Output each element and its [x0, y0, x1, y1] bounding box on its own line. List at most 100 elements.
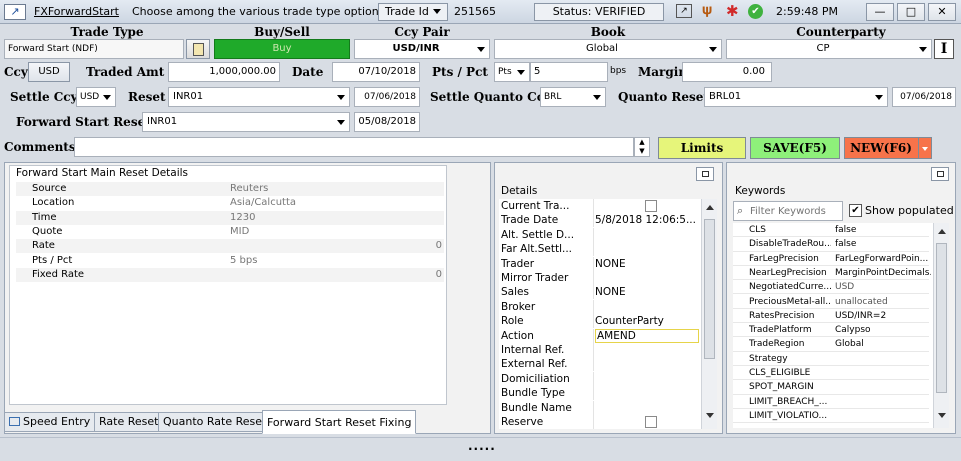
keyword-row[interactable]: TradePlatform Calypso: [733, 323, 929, 338]
app-title-link[interactable]: FXForwardStart: [34, 5, 119, 18]
scroll-thumb[interactable]: [936, 243, 947, 393]
pts-value-input[interactable]: 5: [530, 62, 608, 82]
details-row[interactable]: Action AMEND: [499, 328, 701, 343]
keywords-scrollbar[interactable]: [933, 223, 949, 428]
details-row[interactable]: Trader NONE: [499, 256, 701, 271]
details-row[interactable]: Reserve: [499, 415, 701, 429]
settle-ccy-dropdown[interactable]: USD: [76, 87, 116, 107]
margin-input[interactable]: 0.00: [682, 62, 772, 82]
details-row[interactable]: Trade Date 5/8/2018 12:06:5...: [499, 213, 701, 228]
traded-amt-input[interactable]: 1,000,000.00: [168, 62, 280, 82]
reset-details-inner: Forward Start Main Reset Details Source R…: [9, 165, 447, 405]
comments-input[interactable]: [74, 137, 634, 157]
keyword-row[interactable]: FarLegPrecision FarLegForwardPoin...: [733, 252, 929, 266]
counterparty-dropdown[interactable]: CP: [726, 39, 932, 59]
details-scrollbar[interactable]: [701, 199, 717, 429]
keyword-filter-input[interactable]: [750, 204, 840, 218]
forward-start-reset-date-input[interactable]: 05/08/2018: [354, 112, 420, 132]
action-field[interactable]: AMEND: [595, 328, 699, 343]
keyword-row[interactable]: Strategy: [733, 352, 929, 366]
reset-date-input[interactable]: 07/06/2018: [354, 87, 420, 107]
keyword-row[interactable]: CLS false: [733, 223, 929, 238]
close-button[interactable]: ✕: [928, 3, 956, 21]
quanto-reset-dropdown[interactable]: BRL01: [704, 87, 888, 107]
details-row[interactable]: Bundle Name: [499, 400, 701, 415]
row-divider: [593, 256, 594, 271]
keyword-name: PreciousMetal-all...: [749, 296, 831, 307]
status-message: Choose among the various trade type opti…: [132, 5, 385, 18]
details-row[interactable]: Role CounterParty: [499, 314, 701, 329]
keyword-row[interactable]: PreciousMetal-all... unallocated: [733, 295, 929, 309]
footer-bar: .....: [0, 437, 961, 461]
keyword-row[interactable]: NegotiatedCurre... USD: [733, 280, 929, 295]
settle-quanto-ccy-dropdown[interactable]: BRL: [540, 87, 606, 107]
buy-sell-value: Buy: [272, 43, 292, 54]
keyword-row[interactable]: TradeRegion Global: [733, 337, 929, 352]
quanto-reset-date-input[interactable]: 07/06/2018: [892, 87, 956, 107]
details-row[interactable]: Internal Ref.: [499, 343, 701, 357]
counterparty-info-button[interactable]: I: [934, 39, 954, 59]
search-icon: ⌕: [737, 204, 744, 217]
new-options-dropdown[interactable]: [918, 137, 932, 159]
tab-quanto-rate-reset[interactable]: Quanto Rate Reset: [158, 412, 272, 432]
resize-grip[interactable]: .....: [468, 439, 496, 453]
forward-start-reset-dropdown[interactable]: INR01: [142, 112, 350, 132]
maximize-button[interactable]: □: [897, 3, 925, 21]
keyword-row[interactable]: SPOT_MARGIN: [733, 380, 929, 395]
details-checkbox[interactable]: [645, 416, 657, 428]
trade-type-picker-button[interactable]: [186, 39, 210, 59]
reset-dropdown[interactable]: INR01: [168, 87, 350, 107]
show-populated-checkbox[interactable]: ✔: [849, 204, 862, 217]
save-label: SAVE(F5): [763, 141, 827, 155]
ccy-pair-dropdown[interactable]: USD/INR: [354, 39, 490, 59]
trade-id-dropdown[interactable]: Trade Id: [378, 3, 448, 21]
buy-sell-toggle[interactable]: Buy: [214, 39, 350, 59]
ccy-toggle-button[interactable]: USD: [28, 62, 70, 82]
details-row[interactable]: Bundle Type: [499, 386, 701, 401]
tab-speed-entry[interactable]: Speed Entry: [4, 412, 96, 432]
keyword-value: unallocated: [835, 296, 888, 307]
keyword-name: CLS_ELIGIBLE: [749, 368, 811, 378]
keyword-value: FarLegForwardPoin...: [835, 253, 929, 264]
details-row[interactable]: External Ref.: [499, 357, 701, 372]
keyword-filter-field[interactable]: ⌕: [733, 201, 843, 221]
limits-button[interactable]: Limits: [658, 137, 746, 159]
keyword-value: MarginPointDecimals...: [835, 267, 931, 278]
keyword-row[interactable]: CLS_ELIGIBLE: [733, 366, 929, 381]
tab-forward-start-reset-fixing[interactable]: Forward Start Reset Fixing: [262, 410, 417, 434]
details-label: Trade Date: [501, 214, 559, 227]
keyword-value: Global: [835, 339, 864, 350]
date-input[interactable]: 07/10/2018: [332, 62, 420, 82]
keywords-collapse-button[interactable]: [931, 167, 949, 181]
comments-spinner[interactable]: ▲ ▼: [634, 137, 650, 157]
keyword-row[interactable]: NearLegPrecision MarginPointDecimals...: [733, 266, 931, 281]
details-checkbox[interactable]: [645, 200, 657, 212]
trade-type-field[interactable]: Forward Start (NDF): [4, 39, 184, 59]
keyword-name: SPOT_MARGIN: [749, 382, 814, 393]
details-row[interactable]: Domiciliation: [499, 371, 701, 386]
keyword-row[interactable]: LIMIT_BREACH_...: [733, 395, 929, 409]
spinner-down-icon: ▼: [639, 147, 645, 155]
details-row[interactable]: Mirror Trader: [499, 271, 701, 285]
save-button[interactable]: SAVE(F5): [750, 137, 840, 159]
keyword-row[interactable]: LIMIT_VIOLATIO...: [733, 409, 929, 424]
details-collapse-button[interactable]: [696, 167, 714, 181]
book-dropdown[interactable]: Global: [494, 39, 722, 59]
reset-detail-label: Rate: [32, 240, 55, 252]
details-row[interactable]: Broker: [499, 299, 701, 314]
settle-ccy-label: Settle Ccy: [10, 90, 78, 104]
row-divider: [593, 271, 594, 285]
details-row[interactable]: Current Tra...: [499, 199, 701, 213]
chart-icon[interactable]: ↗: [676, 4, 692, 18]
antenna-icon[interactable]: 𝛙: [702, 2, 712, 18]
keyword-row[interactable]: DisableTradeRou... false: [733, 237, 929, 252]
tab-rate-reset[interactable]: Rate Reset: [94, 412, 164, 432]
pts-pct-dropdown[interactable]: Pts: [494, 62, 530, 82]
details-row[interactable]: Alt. Settle D...: [499, 227, 701, 242]
scroll-thumb[interactable]: [704, 219, 715, 359]
details-row[interactable]: Far Alt.Settl...: [499, 242, 701, 257]
details-row[interactable]: Sales NONE: [499, 285, 701, 300]
keyword-row[interactable]: RatesPrecision USD/INR=2: [733, 309, 929, 324]
minimize-button[interactable]: —: [866, 3, 894, 21]
asterisk-icon[interactable]: ✱: [726, 2, 739, 20]
